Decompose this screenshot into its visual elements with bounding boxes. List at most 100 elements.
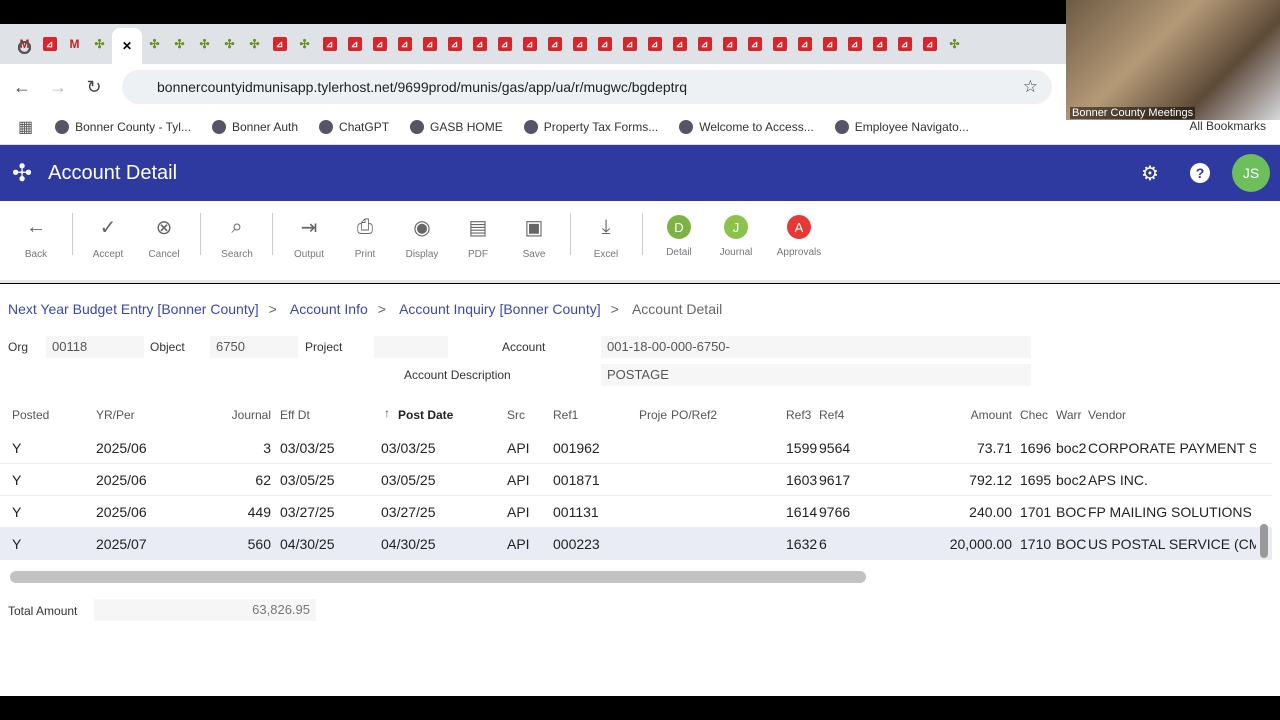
column-header[interactable]: Src (507, 408, 547, 422)
column-header[interactable]: Vendor (1088, 408, 1256, 422)
table-row[interactable]: Y 2025/06 62 03/05/25 03/05/25 API 001871 1603 9… (0, 464, 1272, 496)
browser-tab[interactable]: ⊿ (642, 29, 667, 59)
breadcrumb-link[interactable]: Account Inquiry [Bonner County] (399, 301, 601, 317)
browser-tab[interactable]: ⊿ (267, 29, 292, 59)
column-header[interactable]: Post Date (398, 408, 478, 422)
browser-tab[interactable]: ✣ (167, 29, 192, 59)
browser-tab[interactable]: ✣ (217, 29, 242, 59)
url-input[interactable]: bonnercountyidmunisapp.tylerhost.net/969… (122, 70, 1052, 104)
browser-tab[interactable]: ⊿ (692, 29, 717, 59)
all-bookmarks[interactable]: All Bookmarks (1189, 119, 1266, 133)
browser-tab[interactable]: ⊿ (892, 29, 917, 59)
toolbar-journal-button[interactable]: J Journal (708, 213, 764, 258)
cell-posted: Y (12, 536, 22, 552)
help-icon[interactable]: ? (1190, 163, 1210, 183)
back-icon[interactable]: ← (4, 77, 40, 98)
toolbar-search-button[interactable]: ⌕ Search (209, 213, 265, 261)
column-header[interactable]: Ref4 (819, 408, 869, 422)
object-field[interactable]: 6750 (210, 336, 298, 358)
bookmark-item[interactable]: Bonner County - Tyl... (55, 120, 191, 134)
table-row[interactable]: Y 2025/06 449 03/27/25 03/27/25 API 001131 1614… (0, 496, 1272, 528)
browser-tab[interactable]: ⊿ (767, 29, 792, 59)
browser-tab[interactable]: ⊿ (742, 29, 767, 59)
browser-tab[interactable]: ✕ (112, 28, 142, 64)
bookmark-label: Bonner Auth (231, 120, 299, 134)
browser-tab[interactable]: ✣ (142, 29, 167, 59)
table-row[interactable]: Y 2025/06 3 03/03/25 03/03/25 API 001962 1599 95… (0, 432, 1272, 464)
column-header[interactable]: YR/Per (96, 408, 176, 422)
browser-tab[interactable]: ⊿ (342, 29, 367, 59)
table-row[interactable]: Y 2025/07 560 04/30/25 04/30/25 API 000223 1632… (0, 528, 1272, 560)
column-header[interactable]: PO/Ref2 (671, 408, 751, 422)
reload-icon[interactable]: ↻ (76, 77, 112, 98)
browser-tab[interactable]: ⊿ (517, 29, 542, 59)
column-header[interactable]: Chec (1020, 408, 1054, 422)
project-field[interactable] (374, 336, 448, 358)
browser-tab[interactable]: ⊿ (392, 29, 417, 59)
toolbar-detail-button[interactable]: D Detail (651, 213, 707, 258)
browser-tab[interactable]: ✣ (942, 29, 967, 59)
bookmark-item[interactable]: Employee Navigato... (834, 120, 969, 134)
bookmark-item[interactable]: GASB HOME (410, 120, 503, 134)
toolbar-excel-button[interactable]: ⤓ Excel (578, 213, 634, 261)
browser-tab[interactable]: ✣ (292, 29, 317, 59)
breadcrumb-link[interactable]: Account Info (290, 301, 368, 317)
toolbar-output-button[interactable]: ⇥ Output (281, 213, 337, 261)
bookmark-item[interactable]: Property Tax Forms... (523, 120, 658, 134)
browser-tab[interactable]: ⊿ (717, 29, 742, 59)
browser-tab[interactable] (12, 32, 37, 62)
gear-icon[interactable]: ⚙ (1141, 161, 1159, 186)
column-header[interactable]: Journal (216, 408, 271, 422)
column-header[interactable]: Proje (639, 408, 669, 422)
bookmark-item[interactable]: ChatGPT (319, 120, 389, 134)
browser-tab[interactable]: ✣ (242, 29, 267, 59)
browser-tab[interactable]: ⊿ (667, 29, 692, 59)
toolbar-print-button[interactable]: ⎙ Print (337, 213, 393, 261)
browser-tab[interactable]: ⊿ (817, 29, 842, 59)
browser-tab[interactable]: ⊿ (617, 29, 642, 59)
browser-tab[interactable]: ⊿ (842, 29, 867, 59)
browser-tab[interactable]: M (62, 29, 87, 59)
browser-tab[interactable]: ⊿ (917, 29, 942, 59)
toolbar-cancel-button[interactable]: ⊗ Cancel (136, 213, 192, 261)
browser-tab[interactable]: ⊿ (367, 29, 392, 59)
browser-tab[interactable]: ⊿ (592, 29, 617, 59)
star-icon[interactable]: ☆ (1023, 77, 1038, 97)
horizontal-scrollbar[interactable] (10, 571, 866, 583)
toolbar-display-button[interactable]: ◉ Display (394, 213, 450, 261)
browser-tab[interactable]: ✣ (192, 29, 217, 59)
toolbar-pdf-button[interactable]: ▤ PDF (450, 213, 506, 261)
breadcrumb-link[interactable]: Next Year Budget Entry [Bonner County] (8, 301, 259, 317)
browser-tab[interactable]: ⊿ (317, 29, 342, 59)
browser-tab[interactable]: ⊿ (467, 29, 492, 59)
column-header[interactable]: Ref3 (786, 408, 818, 422)
bookmark-item[interactable]: Welcome to Access... (679, 120, 814, 134)
account-field[interactable]: 001-18-00-000-6750- (601, 336, 1031, 358)
vertical-scrollbar[interactable] (1260, 524, 1268, 558)
column-header[interactable]: Eff Dt (280, 408, 350, 422)
description-field[interactable]: POSTAGE (601, 364, 1031, 386)
browser-tab[interactable]: ⊿ (567, 29, 592, 59)
column-header[interactable]: Posted (12, 408, 72, 422)
toolbar-accept-button[interactable]: ✓ Accept (80, 213, 136, 261)
column-header[interactable]: Ref1 (553, 408, 613, 422)
forward-icon[interactable]: → (40, 77, 76, 98)
browser-tab[interactable]: ✣ (87, 29, 112, 59)
browser-tab[interactable]: ⊿ (492, 29, 517, 59)
app-logo-icon[interactable]: ✣ (12, 159, 32, 188)
avatar[interactable]: JS (1232, 154, 1270, 192)
browser-tab[interactable]: ⊿ (542, 29, 567, 59)
column-header[interactable]: Warr (1056, 408, 1086, 422)
toolbar-save-button[interactable]: ▣ Save (506, 213, 562, 261)
browser-tab[interactable]: ⊿ (867, 29, 892, 59)
toolbar-back-button[interactable]: ← Back (8, 213, 64, 261)
browser-tab[interactable]: ⊿ (442, 29, 467, 59)
browser-tab[interactable]: ⊿ (37, 29, 62, 59)
browser-tab[interactable]: ⊿ (792, 29, 817, 59)
apps-icon[interactable]: ▦ (18, 117, 33, 137)
org-field[interactable]: 00118 (46, 336, 144, 358)
toolbar-approvals-button[interactable]: A Approvals (771, 213, 827, 258)
column-header[interactable]: Amount (900, 408, 1012, 422)
bookmark-item[interactable]: Bonner Auth (211, 120, 299, 134)
browser-tab[interactable]: ⊿ (417, 29, 442, 59)
